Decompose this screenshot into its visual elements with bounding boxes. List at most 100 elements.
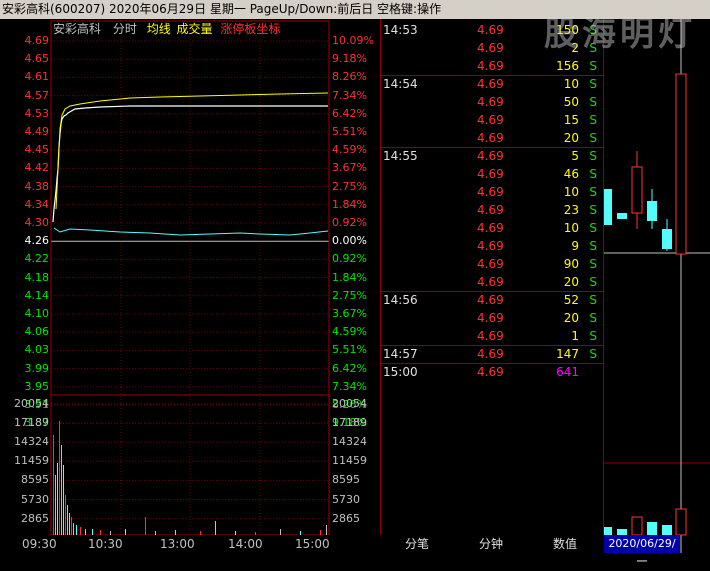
volume-tick-label: 17189 bbox=[332, 416, 367, 430]
volume-legend[interactable]: 成交量 bbox=[177, 22, 213, 36]
tick-side: S bbox=[589, 347, 597, 361]
tick-price: 4.69 bbox=[477, 365, 504, 379]
price-tick-label: 3.99 bbox=[24, 361, 50, 375]
intraday-chart[interactable] bbox=[0, 19, 380, 535]
tab-minutes[interactable]: 分钟 bbox=[454, 535, 528, 553]
kline-vol-bar bbox=[647, 522, 657, 535]
pct-tick-label: 4.59% bbox=[332, 325, 367, 339]
kline-vol-bar bbox=[604, 527, 612, 535]
volume-tick-label: 14324 bbox=[14, 435, 49, 449]
price-tick-label: 4.10 bbox=[24, 307, 50, 320]
volume-tick-label: 2865 bbox=[21, 511, 49, 525]
volume-tick-label: 20054 bbox=[14, 397, 49, 410]
mode-label[interactable]: 分时 bbox=[113, 22, 137, 36]
tick-side: S bbox=[589, 203, 597, 217]
price-tick-label: 4.69 bbox=[24, 34, 50, 47]
pct-tick-label: 7.34% bbox=[332, 88, 367, 102]
tick-price: 4.69 bbox=[477, 275, 504, 289]
volume-tick-label: 17189 bbox=[14, 416, 49, 430]
volume-bar bbox=[280, 529, 281, 535]
time-tick-label: 13:00 bbox=[160, 537, 195, 551]
price-tick-label: 4.53 bbox=[24, 106, 50, 120]
average-price-line bbox=[55, 92, 329, 210]
tick-row: 14:57 4.69 147 S bbox=[381, 345, 603, 363]
tick-volume: 20 bbox=[563, 131, 579, 145]
tick-side: S bbox=[589, 59, 597, 73]
watermark: 股海明灯 bbox=[544, 14, 696, 54]
candle bbox=[675, 73, 687, 255]
volume-tick-label: 2865 bbox=[332, 511, 360, 525]
tick-volume: 52 bbox=[563, 293, 579, 307]
price-tick-label: 4.57 bbox=[24, 88, 50, 102]
volume-bar bbox=[235, 531, 236, 535]
chart-legend: 安彩高科 分时 均线 成交量 涨停板坐标 bbox=[53, 22, 280, 36]
volume-tick-label: 14324 bbox=[332, 435, 367, 449]
avg-legend[interactable]: 均线 bbox=[147, 22, 171, 36]
tick-volume: 9 bbox=[571, 239, 579, 253]
chart-grid bbox=[50, 21, 330, 535]
tick-time: 15:00 bbox=[383, 365, 418, 379]
tick-row: 4.69 15 S bbox=[381, 111, 603, 129]
tab-ticks[interactable]: 分笔 bbox=[380, 535, 454, 553]
price-tick-label: 4.45 bbox=[24, 143, 50, 157]
tab-values[interactable]: 数值 bbox=[528, 535, 602, 553]
time-tick-label: 14:00 bbox=[228, 537, 263, 551]
tick-price: 4.69 bbox=[477, 239, 504, 253]
limit-legend[interactable]: 涨停板坐标 bbox=[220, 22, 280, 36]
time-tick-label: 09:30 bbox=[22, 537, 57, 551]
candle bbox=[617, 213, 627, 219]
volume-bar bbox=[76, 525, 77, 535]
tick-side: S bbox=[589, 221, 597, 235]
tick-side: S bbox=[589, 167, 597, 181]
volume-bar bbox=[320, 530, 321, 535]
volume-bar bbox=[175, 530, 176, 535]
price-tick-label: 4.26 bbox=[24, 234, 50, 248]
kline-panel[interactable] bbox=[604, 19, 710, 553]
price-tick-label: 4.65 bbox=[24, 52, 50, 66]
tick-panel[interactable]: 14:53 4.69 150 S 4.69 2 S 4.69 156 S 14:54 4.69 10 S 4… bbox=[380, 19, 604, 535]
tick-group-separator bbox=[381, 345, 603, 346]
tick-group-separator bbox=[381, 291, 603, 292]
tick-side: S bbox=[589, 77, 597, 91]
tick-group-separator bbox=[381, 75, 603, 76]
tick-price: 4.69 bbox=[477, 59, 504, 73]
volume-bar bbox=[57, 463, 58, 535]
volume-bar bbox=[71, 517, 72, 535]
tick-row: 14:54 4.69 10 S bbox=[381, 75, 603, 93]
tick-row: 14:56 4.69 52 S bbox=[381, 291, 603, 309]
tick-group-separator bbox=[381, 147, 603, 148]
tick-price: 4.69 bbox=[477, 167, 504, 181]
tick-price: 4.69 bbox=[477, 329, 504, 343]
pct-tick-label: 5.51% bbox=[332, 125, 367, 138]
volume-bar bbox=[65, 495, 66, 535]
tick-row: 4.69 156 S bbox=[381, 57, 603, 75]
price-tick-label: 4.34 bbox=[24, 197, 50, 211]
volume-tick-label: 5730 bbox=[332, 492, 360, 506]
tick-volume: 90 bbox=[563, 257, 579, 271]
pct-tick-label: 9.18% bbox=[332, 52, 367, 66]
window-title: 安彩高科(600207) 2020年06月29日 星期一 PageUp/Down… bbox=[2, 2, 442, 16]
pct-tick-label: 4.59% bbox=[332, 143, 367, 157]
tick-time: 14:54 bbox=[383, 77, 418, 91]
candle bbox=[647, 201, 657, 221]
tick-time: 14:55 bbox=[383, 149, 418, 163]
tick-side: S bbox=[589, 329, 597, 343]
volume-bar bbox=[59, 421, 60, 535]
time-tick-label: 10:30 bbox=[88, 537, 123, 551]
tick-volume: 10 bbox=[563, 77, 579, 91]
tick-row: 4.69 1 S bbox=[381, 327, 603, 345]
tick-volume: 20 bbox=[563, 311, 579, 325]
tick-price: 4.69 bbox=[477, 113, 504, 127]
tick-row: 4.69 50 S bbox=[381, 93, 603, 111]
tab-values-label: 数值 bbox=[552, 537, 577, 551]
tick-volume: 46 bbox=[563, 167, 579, 181]
kline-vol-bar bbox=[631, 516, 643, 536]
price-tick-label: 4.14 bbox=[24, 288, 50, 302]
pct-tick-label: 6.42% bbox=[332, 106, 367, 120]
tick-volume: 5 bbox=[571, 149, 579, 163]
price-tick-label: 4.03 bbox=[24, 343, 50, 357]
tick-side: S bbox=[589, 311, 597, 325]
tick-row: 4.69 20 S bbox=[381, 309, 603, 327]
tick-row: 4.69 23 S bbox=[381, 201, 603, 219]
time-tick-label: 15:00 bbox=[295, 537, 330, 551]
